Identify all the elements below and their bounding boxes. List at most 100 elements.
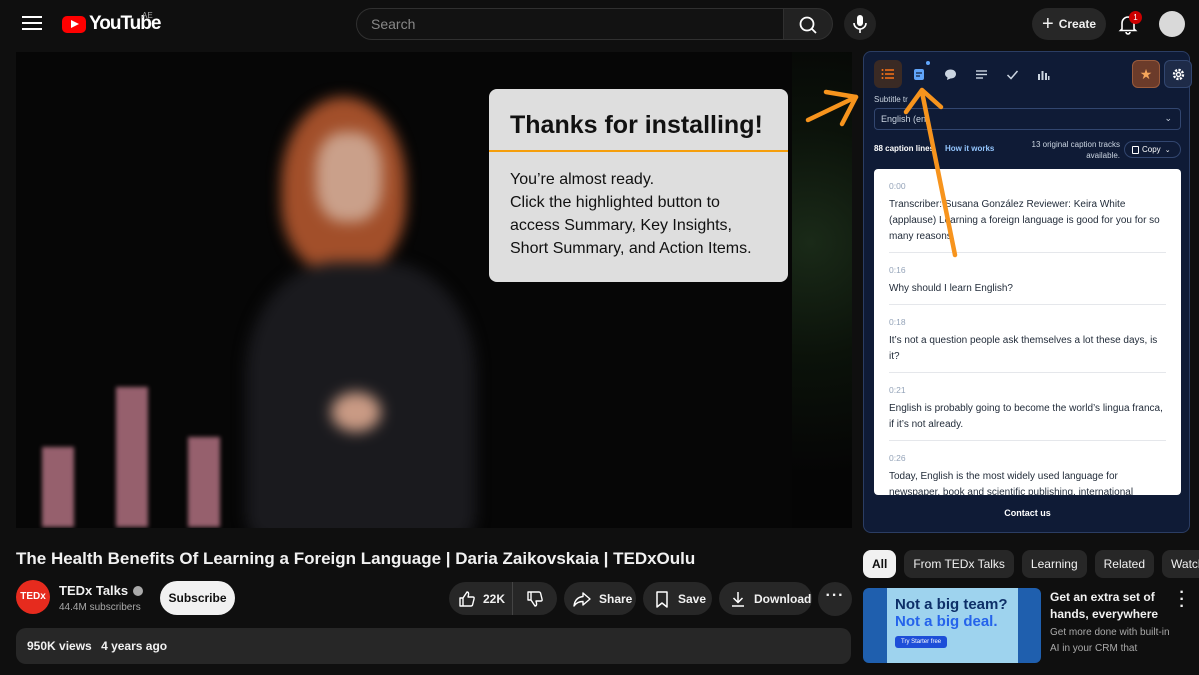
cue-text: It’s not a question people ask themselve… [889, 335, 1158, 362]
ad-headline: Not a big team? [895, 596, 1008, 613]
channel-name[interactable]: TEDx Talks [59, 583, 128, 598]
speaker-figure [236, 92, 516, 528]
save-button[interactable]: Save [643, 582, 712, 615]
transcript-cue[interactable]: 0:21 English is probably going to become… [889, 373, 1166, 441]
subtitle-track-label: Subtitle tr [874, 95, 908, 104]
popup-line: access Summary, Key Insights, [510, 217, 732, 234]
create-button[interactable]: + Create [1032, 8, 1106, 40]
like-button[interactable]: 22K [449, 582, 513, 615]
caption-count: 88 caption lines [874, 144, 935, 153]
copy-button[interactable]: Copy ⌄ [1124, 141, 1181, 158]
cue-timestamp[interactable]: 0:00 [889, 181, 1166, 191]
youtube-play-icon [62, 15, 86, 33]
top-bar: YouTube AE + Create 1 [0, 0, 1199, 48]
upload-age: 4 years ago [101, 639, 168, 653]
popup-line: You’re almost ready. [510, 171, 655, 188]
save-label: Save [678, 591, 707, 606]
like-count: 22K [483, 591, 506, 606]
search-box [356, 8, 784, 40]
copy-icon [1132, 145, 1139, 154]
summary-tab-button[interactable] [905, 60, 933, 88]
create-label: Create [1058, 17, 1097, 31]
ad-cta: Try Starter free [895, 636, 948, 648]
more-actions-icon[interactable]: ··· [818, 582, 852, 616]
download-button[interactable]: Download [719, 582, 812, 615]
chip-learning[interactable]: Learning [1021, 550, 1087, 578]
download-icon [732, 591, 744, 607]
gear-icon [1172, 68, 1184, 80]
voice-search-button[interactable] [844, 8, 876, 40]
ad-description: Get more done with built-in AI in your C… [1050, 627, 1170, 654]
ad-title[interactable]: Get an extra set of hands, everywhere [1050, 589, 1170, 623]
transcript-cue[interactable]: 0:18 It’s not a question people ask them… [889, 305, 1166, 373]
subscribe-button[interactable]: Subscribe [160, 581, 235, 615]
video-title: The Health Benefits Of Learning a Foreig… [16, 549, 696, 568]
search-button[interactable] [783, 8, 833, 40]
star-icon[interactable]: ★ [1132, 60, 1160, 88]
install-popup: Thanks for installing! You’re almost rea… [489, 89, 788, 282]
settings-button[interactable] [1164, 60, 1192, 88]
chip-all[interactable]: All [863, 550, 897, 578]
thumbs-up-icon [459, 590, 475, 607]
chevron-down-icon: ⌄ [1164, 146, 1171, 154]
popup-body: You’re almost ready. Click the highlight… [489, 152, 788, 276]
transcript-list[interactable]: 0:00 Transcriber: Susana González Review… [874, 169, 1181, 495]
region-code: AE [142, 11, 153, 20]
summary-doc-icon [914, 68, 924, 80]
cue-timestamp[interactable]: 0:21 [889, 385, 1166, 395]
cue-text: Today, English is the most widely used l… [889, 471, 1134, 495]
stats-tab-button[interactable] [1029, 60, 1057, 88]
menu-icon[interactable] [20, 12, 44, 36]
background-foliage [792, 52, 852, 528]
search-icon [799, 16, 817, 34]
chip-from-channel[interactable]: From TEDx Talks [904, 550, 1014, 578]
extension-toolbar: ★ [874, 60, 1192, 88]
cue-text: English is probably going to become the … [889, 403, 1163, 430]
search-input[interactable] [357, 9, 783, 39]
cue-timestamp[interactable]: 0:18 [889, 317, 1166, 327]
subtitle-track-select[interactable]: English (en) ⌄ [874, 108, 1181, 130]
transcript-cue[interactable]: 0:26 Today, English is the most widely u… [889, 441, 1166, 495]
filter-chips: All From TEDx Talks Learning Related Wat… [863, 550, 1199, 578]
how-it-works-link[interactable]: How it works [945, 144, 994, 153]
subscriber-count: 44.4M subscribers [59, 602, 141, 613]
channel-avatar[interactable]: TEDx [16, 580, 50, 614]
cue-text: Transcriber: Susana González Reviewer: K… [889, 199, 1160, 242]
list-icon [881, 69, 894, 79]
view-count: 950K views [27, 639, 92, 653]
ad-subheadline: Not a big deal. [895, 613, 998, 630]
ad-more-icon[interactable]: · · · [1177, 585, 1187, 615]
transcript-tab-button[interactable] [874, 60, 902, 88]
account-avatar[interactable] [1159, 11, 1185, 37]
bookmark-icon [656, 590, 668, 608]
contact-us-link[interactable]: Contact us [864, 508, 1191, 518]
channel-name-row[interactable]: TEDx Talks [59, 583, 144, 598]
notification-badge: 1 [1129, 11, 1142, 24]
subtitle-track-value: English (en) [881, 114, 930, 124]
dislike-button[interactable] [513, 589, 557, 609]
youtube-logo[interactable]: YouTube AE [62, 11, 161, 34]
share-button[interactable]: Share [564, 582, 636, 615]
ad-thumbnail[interactable]: Not a big team? Not a big deal. Try Star… [863, 588, 1041, 663]
text-tab-button[interactable] [967, 60, 995, 88]
chat-tab-button[interactable] [936, 60, 964, 88]
download-label: Download [754, 591, 812, 606]
action-items-tab-button[interactable] [998, 60, 1026, 88]
stage-light [42, 447, 74, 527]
cue-text: Why should I learn English? [889, 283, 1013, 294]
stage-light [188, 437, 220, 527]
description-box[interactable]: 950K views 4 years ago [16, 628, 851, 664]
transcript-cue[interactable]: 0:16 Why should I learn English? [889, 253, 1166, 305]
share-icon [573, 591, 591, 607]
microphone-icon [853, 15, 867, 33]
like-dislike-group: 22K [449, 582, 557, 615]
transcript-cue[interactable]: 0:00 Transcriber: Susana González Review… [889, 169, 1166, 253]
chip-related[interactable]: Related [1094, 550, 1155, 578]
chat-bubble-icon [944, 69, 956, 80]
plus-icon: + [1042, 13, 1054, 35]
chip-watched[interactable]: Watched [1162, 550, 1199, 578]
chevron-down-icon: ⌄ [1164, 113, 1172, 123]
cue-timestamp[interactable]: 0:16 [889, 265, 1166, 275]
caption-tracks-info: 13 original caption tracks available. [1031, 140, 1121, 160]
cue-timestamp[interactable]: 0:26 [889, 453, 1166, 463]
